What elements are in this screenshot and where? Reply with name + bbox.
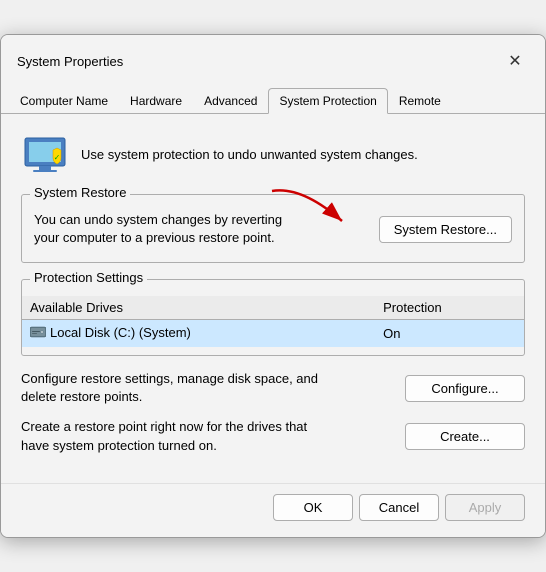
drive-name: Local Disk (C:) (System) (22, 319, 375, 347)
tab-advanced[interactable]: Advanced (193, 88, 268, 114)
tab-hardware[interactable]: Hardware (119, 88, 193, 114)
title-bar: System Properties ✕ (1, 35, 545, 75)
create-button[interactable]: Create... (405, 423, 525, 450)
system-properties-dialog: System Properties ✕ Computer Name Hardwa… (0, 34, 546, 538)
window-title: System Properties (17, 54, 123, 69)
create-description: Create a restore point right now for the… (21, 418, 395, 454)
configure-description: Configure restore settings, manage disk … (21, 370, 395, 406)
system-restore-group: System Restore You can undo system chang… (21, 194, 525, 262)
dialog-footer: OK Cancel Apply (1, 483, 545, 537)
ok-button[interactable]: OK (273, 494, 353, 521)
cancel-button[interactable]: Cancel (359, 494, 439, 521)
system-restore-label: System Restore (30, 185, 130, 200)
system-restore-button[interactable]: System Restore... (379, 216, 512, 243)
create-row: Create a restore point right now for the… (21, 418, 525, 454)
configure-button[interactable]: Configure... (405, 375, 525, 402)
close-button[interactable]: ✕ (501, 47, 529, 75)
apply-button[interactable]: Apply (445, 494, 525, 521)
tab-content: ✓ Use system protection to undo unwanted… (1, 114, 545, 483)
configure-row: Configure restore settings, manage disk … (21, 370, 525, 406)
tab-bar: Computer Name Hardware Advanced System P… (1, 79, 545, 114)
tab-remote[interactable]: Remote (388, 88, 452, 114)
hdd-icon (30, 325, 46, 339)
col-protection: Protection (375, 296, 524, 320)
drive-protection-status: On (375, 319, 524, 347)
restore-description: You can undo system changes by reverting… (34, 211, 369, 247)
system-protection-icon: ✓ (21, 130, 69, 178)
protection-settings-label: Protection Settings (30, 270, 147, 285)
restore-section: You can undo system changes by reverting… (34, 211, 512, 247)
tab-system-protection[interactable]: System Protection (268, 88, 387, 114)
col-available-drives: Available Drives (22, 296, 375, 320)
drives-table: Available Drives Protection (22, 296, 524, 348)
table-row[interactable]: Local Disk (C:) (System) On (22, 319, 524, 347)
header-description: Use system protection to undo unwanted s… (81, 147, 418, 162)
header-section: ✓ Use system protection to undo unwanted… (21, 130, 525, 178)
protection-settings-group: Protection Settings Available Drives Pro… (21, 279, 525, 357)
svg-text:✓: ✓ (54, 153, 61, 162)
tab-computer-name[interactable]: Computer Name (9, 88, 119, 114)
